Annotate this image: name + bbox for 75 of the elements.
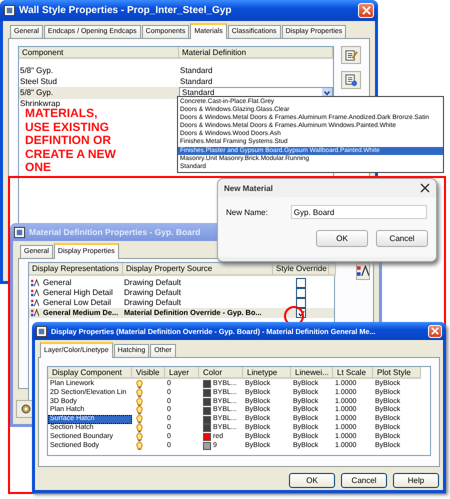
dialog-button[interactable]: Help — [393, 473, 439, 488]
column-header[interactable]: Layer — [165, 367, 199, 379]
column-header[interactable]: Display Property Source — [123, 263, 273, 276]
lit-bulb-icon[interactable] — [136, 442, 143, 450]
color-swatch[interactable] — [203, 442, 211, 450]
lit-bulb-icon[interactable] — [136, 380, 143, 389]
app-icon — [14, 226, 25, 238]
lit-bulb-icon[interactable] — [136, 415, 143, 424]
table-cell-text: Drawing Default — [123, 288, 182, 298]
checkbox[interactable] — [296, 278, 306, 288]
checkbox[interactable] — [296, 288, 306, 298]
dialog-button[interactable]: OK — [289, 473, 335, 488]
color-swatch[interactable] — [203, 406, 211, 415]
column-header[interactable]: Color — [199, 367, 243, 379]
column-header[interactable]: Linetype — [243, 367, 291, 379]
checkbox[interactable] — [296, 298, 306, 308]
column-header[interactable]: Component — [19, 47, 179, 59]
table-cell-text: Shrinkwrap — [19, 99, 62, 108]
app-icon — [4, 5, 15, 16]
list-pencil-icon — [344, 48, 358, 62]
lit-bulb-icon[interactable] — [136, 424, 143, 433]
display-rep-icon — [31, 289, 39, 297]
table-cell-text: 5/8" Gyp. — [19, 87, 54, 99]
app-icon — [36, 326, 47, 336]
field-label: New Name: — [226, 208, 268, 216]
column-header[interactable]: Material Definition — [179, 47, 333, 59]
color-swatch[interactable] — [203, 424, 211, 432]
display-rep-icon — [357, 265, 369, 277]
dialog-button[interactable]: Cancel — [341, 473, 387, 488]
column-header[interactable]: Linewei... — [291, 367, 333, 379]
display-rep-icon — [31, 299, 39, 307]
annotation-text: MATERIALS, USE EXISTING DEFINTION OR CREATE A NEW ONE — [25, 107, 117, 174]
dialog-button[interactable]: Cancel — [376, 230, 428, 247]
display-rep-icon — [31, 279, 39, 287]
lit-bulb-icon[interactable] — [136, 406, 143, 416]
gear-icon — [20, 403, 32, 415]
lit-bulb-icon[interactable] — [136, 388, 143, 398]
table-cell-text: Steel Stud — [19, 76, 58, 87]
table-cell-text: Drawing Default — [123, 278, 182, 288]
color-swatch[interactable] — [203, 389, 211, 398]
column-header[interactable]: Visible — [132, 367, 165, 379]
column-header[interactable]: Lt Scale — [333, 367, 373, 379]
column-header[interactable]: Plot Style — [373, 367, 421, 379]
close-button[interactable] — [358, 3, 374, 18]
column-header[interactable]: Display Representations — [29, 263, 123, 276]
table-cell-text: 5/8" Gyp. — [19, 66, 54, 76]
lit-bulb-icon[interactable] — [136, 398, 143, 406]
color-swatch[interactable] — [203, 416, 211, 424]
table-cell-text: Standard — [179, 66, 214, 76]
dialog-button[interactable]: OK — [316, 230, 368, 247]
close-icon — [362, 6, 370, 15]
color-swatch[interactable] — [203, 398, 211, 406]
table-cell: General Low Detail — [42, 298, 112, 308]
header-filler — [329, 263, 336, 276]
window-title: Wall Style Properties - Prop_Inter_Steel_Gyp — [19, 5, 232, 16]
close-icon[interactable] — [420, 183, 430, 193]
lit-bulb-icon[interactable] — [136, 432, 143, 442]
name-field[interactable]: Gyp. Board — [290, 205, 427, 219]
settings-button[interactable] — [341, 71, 361, 89]
table-cell: General High Detail — [42, 288, 113, 298]
close-icon — [431, 327, 439, 335]
column-header[interactable]: Display Component — [48, 367, 132, 379]
edit-button[interactable] — [341, 46, 361, 64]
list-gear-icon — [344, 74, 358, 86]
close-button[interactable] — [428, 324, 442, 338]
display-rep-icon — [31, 309, 39, 317]
column-header[interactable]: Style Override — [273, 263, 329, 276]
color-swatch[interactable] — [203, 380, 211, 388]
table-cell-text: Standard — [179, 76, 214, 87]
color-swatch[interactable] — [203, 433, 211, 442]
dialog-title: New Material — [224, 184, 273, 192]
display-rep-button[interactable] — [356, 262, 370, 280]
table-cell: General — [42, 278, 72, 288]
window-title: Material Definition Properties - Gyp. Board — [29, 227, 200, 237]
table-cell-text: Drawing Default — [123, 298, 182, 308]
